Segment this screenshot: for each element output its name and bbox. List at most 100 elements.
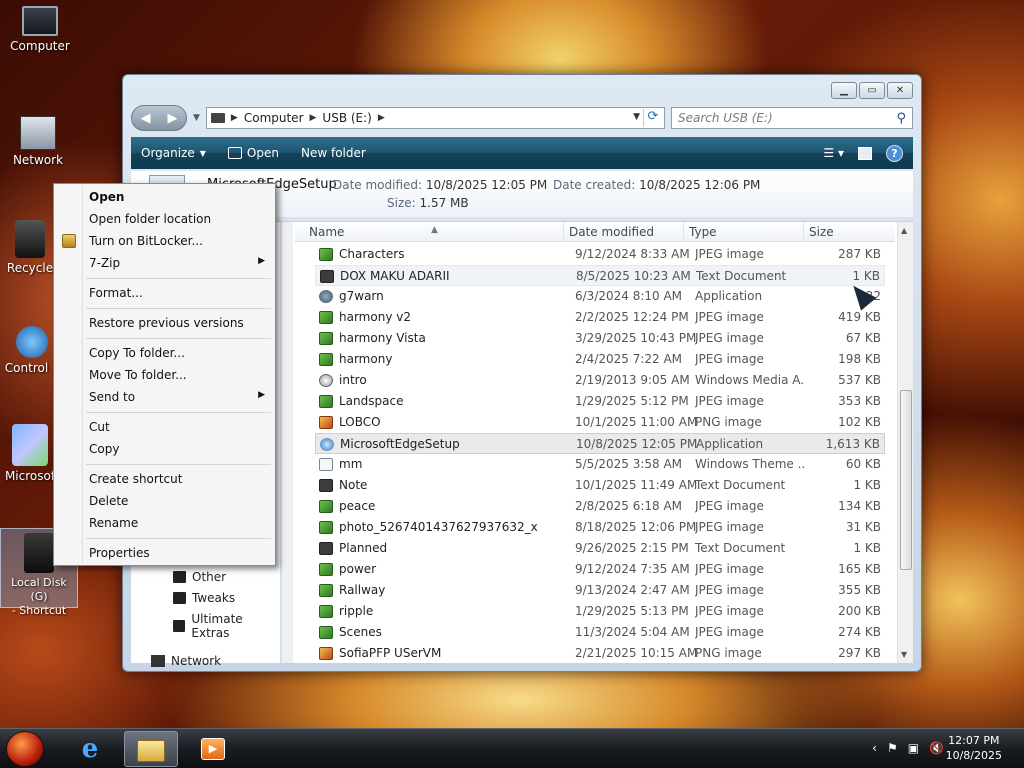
jpeg-file-icon (319, 521, 333, 534)
menu-item-open[interactable]: Open (56, 186, 273, 208)
back-icon[interactable]: ◀ (141, 111, 151, 126)
maximize-button[interactable]: ▭ (859, 82, 885, 99)
search-icon[interactable]: ⚲ (896, 111, 906, 126)
txt-file-icon (319, 479, 333, 492)
file-size: 353 KB (838, 394, 881, 408)
file-row[interactable]: LOBCO 10/1/2025 11:00 AM PNG image 102 KB (315, 412, 885, 433)
show-hidden-icons-icon[interactable]: ‹ (872, 741, 877, 755)
file-size: 1 KB (853, 541, 881, 555)
file-row[interactable]: Landspace 1/29/2025 5:12 PM JPEG image 353 … (315, 391, 885, 412)
file-row[interactable]: Rallway 9/13/2024 2:47 AM JPEG image 355 KB (315, 580, 885, 601)
png-file-icon (319, 416, 333, 429)
tree-item-network[interactable]: Network (151, 654, 221, 668)
file-date-modified: 1/29/2025 5:13 PM (575, 604, 689, 618)
volume-muted-icon[interactable]: 🔇 (929, 741, 944, 755)
desktop-icon-computer[interactable]: Computer (0, 6, 80, 53)
action-center-flag-icon[interactable]: ⚑ (887, 741, 898, 755)
preview-pane-icon[interactable] (858, 146, 872, 160)
menu-item-label: Move To folder... (89, 368, 187, 382)
window-controls: ▁ ▭ ✕ (831, 82, 913, 99)
file-row[interactable]: harmony Vista 3/29/2025 10:43 PM JPEG imag… (315, 328, 885, 349)
file-row[interactable]: ripple 1/29/2025 5:13 PM JPEG image 200 KB (315, 601, 885, 622)
menu-item-rename[interactable]: Rename (56, 512, 273, 534)
tree-item-label: Ultimate Extras (191, 612, 243, 640)
file-row[interactable]: power 9/12/2024 7:35 AM JPEG image 165 KB (315, 559, 885, 580)
file-row[interactable]: Characters 9/12/2024 8:33 AM JPEG image 287… (315, 244, 885, 265)
column-type[interactable]: Type (689, 225, 717, 239)
internet-explorer-icon[interactable]: e (74, 733, 106, 765)
start-button[interactable] (6, 731, 44, 767)
menu-item-restore-previous-versions[interactable]: Restore previous versions (56, 312, 273, 334)
file-row[interactable]: MicrosoftEdgeSetup 10/8/2025 12:05 PM Appl… (315, 433, 885, 454)
navigation-scrollbar[interactable] (281, 222, 293, 663)
network-status-icon[interactable]: ▣ (908, 741, 919, 755)
file-row[interactable]: Planned 9/26/2025 2:15 PM Text Document 1 K… (315, 538, 885, 559)
refresh-icon[interactable]: ⟳ (643, 109, 662, 127)
scroll-up-icon[interactable]: ▲ (901, 226, 907, 235)
menu-item-copy[interactable]: Copy (56, 438, 273, 460)
address-bar[interactable]: ▶ Computer ▶ USB (E:) ▶ ▼ ⟳ (205, 107, 665, 129)
jpeg-file-icon (319, 626, 333, 639)
menu-item-properties[interactable]: Properties (56, 542, 273, 564)
menu-item-copy-to-folder[interactable]: Copy To folder... (56, 342, 273, 364)
file-row[interactable]: intro 2/19/2013 9:05 AM Windows Media A...… (315, 370, 885, 391)
menu-item-7zip[interactable]: 7-Zip ▶ (56, 252, 273, 274)
chevron-right-icon[interactable]: ▶ (231, 113, 238, 123)
new-folder-button[interactable]: New folder (301, 146, 366, 160)
open-button[interactable]: Open (227, 146, 279, 160)
breadcrumb-computer[interactable]: Computer (244, 111, 304, 125)
file-size: 274 KB (838, 625, 881, 639)
jpeg-file-icon (319, 584, 333, 597)
chevron-right-icon[interactable]: ▶ (310, 113, 317, 123)
scroll-down-icon[interactable]: ▼ (901, 650, 907, 659)
views-icon[interactable]: ☰ ▾ (823, 146, 844, 160)
desktop-icon-label: Computer (10, 39, 70, 53)
close-button[interactable]: ✕ (887, 82, 913, 99)
scroll-thumb[interactable] (900, 390, 912, 570)
file-row[interactable]: g7warn 6/3/2024 8:10 AM Application 22 (315, 286, 885, 307)
file-row[interactable]: harmony v2 2/2/2025 12:24 PM JPEG image 419… (315, 307, 885, 328)
help-icon[interactable]: ? (886, 144, 903, 162)
minimize-button[interactable]: ▁ (831, 82, 857, 99)
bitlocker-shield-icon (62, 234, 76, 248)
png-file-icon (319, 647, 333, 660)
menu-item-label: Copy To folder... (89, 346, 185, 360)
file-row[interactable]: mm 5/5/2025 3:58 AM Windows Theme ... 60 KB (315, 454, 885, 475)
file-row[interactable]: peace 2/8/2025 6:18 AM JPEG image 134 KB (315, 496, 885, 517)
column-size[interactable]: Size (809, 225, 834, 239)
menu-item-create-shortcut[interactable]: Create shortcut (56, 468, 273, 490)
file-row[interactable]: SofiaPFP USerVM 2/21/2025 10:15 AM PNG ima… (315, 643, 885, 664)
file-size: 67 KB (845, 331, 881, 345)
tree-item-ultimate-extras[interactable]: Ultimate Extras (173, 612, 280, 640)
menu-item-delete[interactable]: Delete (56, 490, 273, 512)
date-modified-value: 10/8/2025 12:05 PM (425, 178, 548, 192)
file-size: 198 KB (838, 352, 881, 366)
chevron-right-icon[interactable]: ▶ (378, 113, 385, 123)
organize-button[interactable]: Organize ▼ (141, 146, 206, 160)
file-row[interactable]: Note 10/1/2025 11:49 AM Text Document 1 KB (315, 475, 885, 496)
menu-item-send-to[interactable]: Send to ▶ (56, 386, 273, 408)
forward-icon[interactable]: ▶ (168, 111, 178, 126)
column-name[interactable]: Name (309, 225, 344, 239)
taskbar-explorer-button[interactable] (124, 731, 178, 767)
menu-item-open-folder-location[interactable]: Open folder location (56, 208, 273, 230)
file-row[interactable]: DOX MAKU ADARII 8/5/2025 10:23 AM Text Doc… (315, 265, 885, 286)
file-row[interactable]: harmony 2/4/2025 7:22 AM JPEG image 198 KB (315, 349, 885, 370)
clock[interactable]: 12:07 PM 10/8/2025 (946, 733, 1002, 763)
menu-item-move-to-folder[interactable]: Move To folder... (56, 364, 273, 386)
menu-item-bitlocker[interactable]: Turn on BitLocker... (56, 230, 273, 252)
file-row[interactable]: photo_5267401437627937632_x 8/18/2025 12:… (315, 517, 885, 538)
breadcrumb-usb[interactable]: USB (E:) (322, 111, 371, 125)
tree-item-tweaks[interactable]: Tweaks (173, 591, 235, 605)
media-player-button[interactable]: ▶ (197, 733, 229, 765)
file-row[interactable]: Scenes 11/3/2024 5:04 AM JPEG image 274 KB (315, 622, 885, 643)
search-input[interactable]: Search USB (E:) ⚲ (671, 107, 913, 129)
menu-item-format[interactable]: Format... (56, 282, 273, 304)
menu-item-cut[interactable]: Cut (56, 416, 273, 438)
list-scrollbar[interactable]: ▲ ▼ (897, 222, 913, 663)
address-dropdown-icon[interactable]: ▼ (633, 112, 640, 122)
column-date-modified[interactable]: Date modified (569, 225, 654, 239)
desktop-icon-network[interactable]: Network (0, 116, 78, 167)
recent-pages-dropdown-icon[interactable]: ▼ (193, 113, 200, 123)
tree-item-other[interactable]: Other (173, 570, 226, 584)
